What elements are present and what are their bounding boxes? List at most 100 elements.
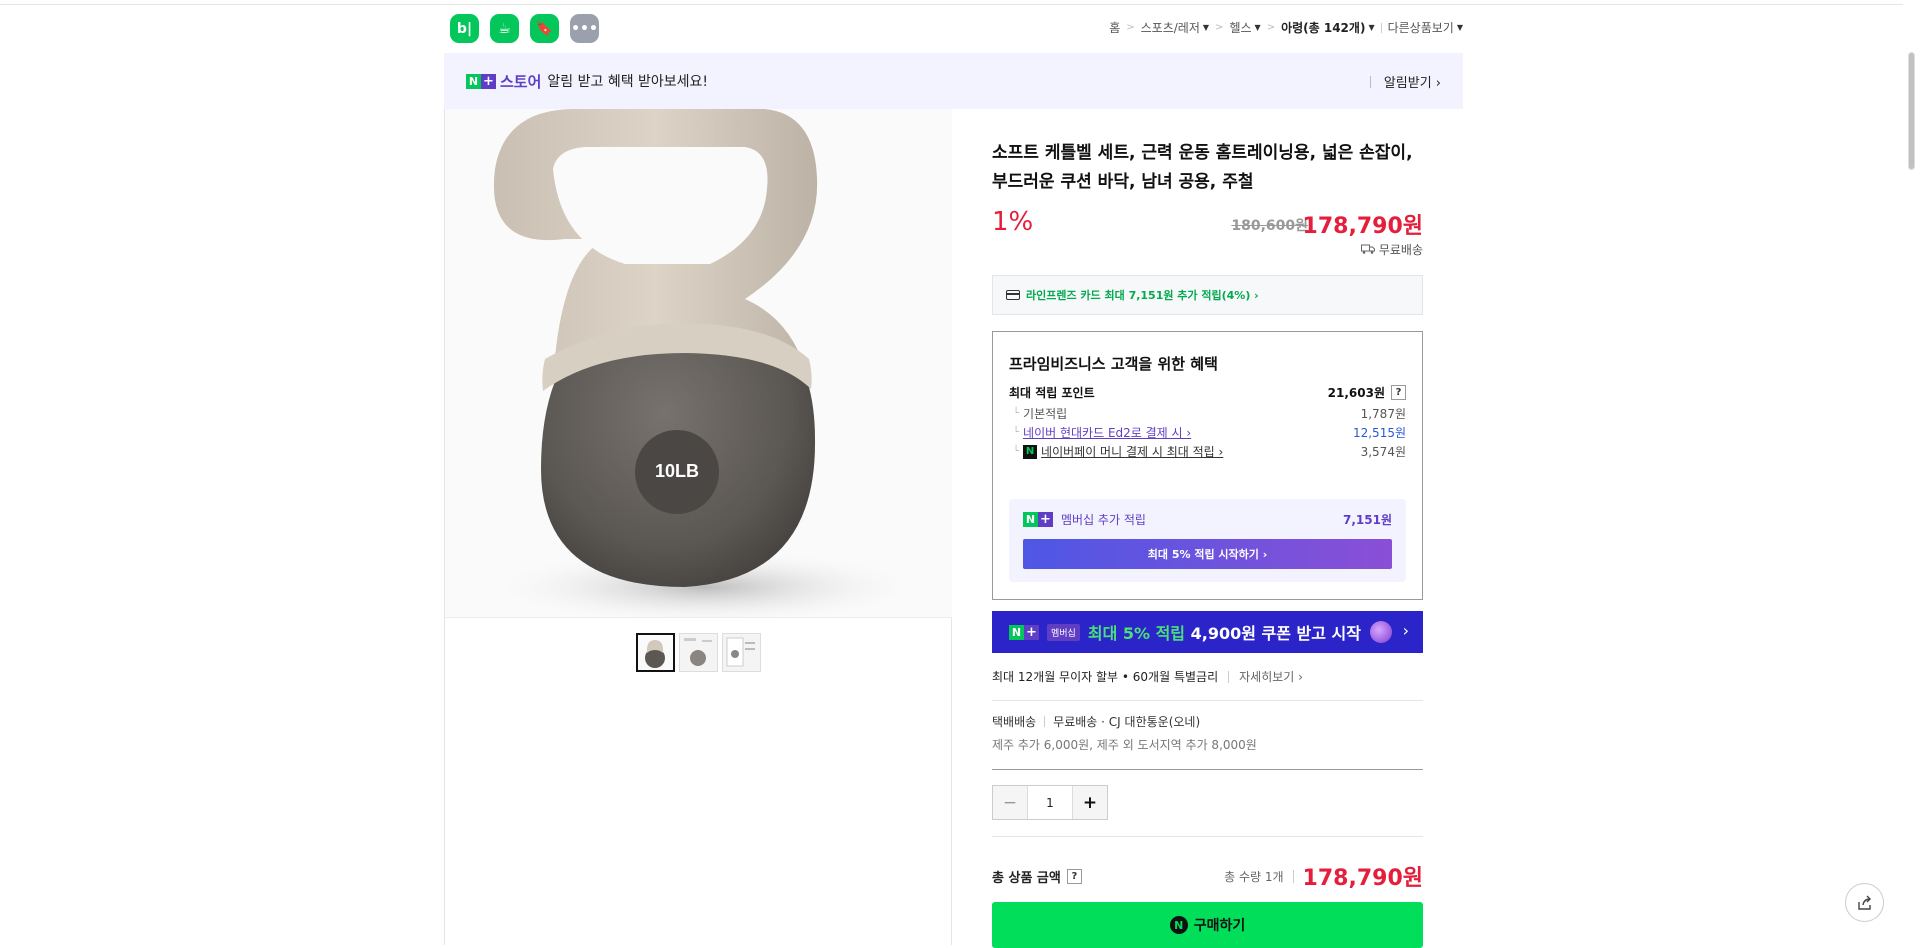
promo-white-text: 4,900원 쿠폰 받고 시작 <box>1190 624 1361 643</box>
divider <box>992 769 1423 770</box>
thumbnail-list <box>636 633 761 672</box>
divider <box>992 700 1423 701</box>
nplus-logo-icon: N + <box>466 73 496 89</box>
quantity-increase-button[interactable]: + <box>1073 786 1107 819</box>
product-title: 소프트 케틀벨 세트, 근력 운동 홈트레이닝용, 넓은 손잡이, 부드러운 쿠… <box>992 143 1413 192</box>
divider <box>1292 869 1294 883</box>
thumbnail-2[interactable] <box>679 633 718 672</box>
breadcrumb-home[interactable]: 홈 <box>1109 19 1120 36</box>
membership-box: N + 멤버십 추가 적립 7,151원 최대 5% 적립 시작하기 › <box>1009 499 1406 582</box>
divider <box>1369 75 1371 88</box>
divider <box>1044 716 1046 727</box>
quantity-stepper: − 1 + <box>992 785 1108 820</box>
business-benefit-box: 프라임비즈니스 고객을 위한 혜택 최대 적립 포인트 21,603원 ? └ 기… <box>992 331 1423 600</box>
caret-down-icon[interactable]: ▼ <box>1203 23 1209 32</box>
n-logo: N <box>466 73 481 89</box>
banner-message: 알림 받고 혜택 받아보세요! <box>547 74 709 90</box>
help-icon[interactable]: ? <box>1066 868 1082 884</box>
page-wrapper: b| ☕ 🔖 ••• 홈 > 스포츠/레저 ▼ > 헬스 ▼ > 아령(총 14… <box>444 0 1463 948</box>
max-points-label: 최대 적립 포인트 <box>1009 386 1095 400</box>
weight-label: 10LB <box>654 461 699 481</box>
delivery-fee: 무료배송 <box>1053 715 1098 729</box>
thumbnail-3[interactable] <box>722 633 761 672</box>
share-button[interactable] <box>1845 883 1884 922</box>
membership-badge: 멤버십 <box>1047 623 1080 641</box>
more-icon[interactable]: ••• <box>570 14 599 43</box>
plus-logo: + <box>1024 624 1039 640</box>
thumbnail-1[interactable] <box>636 633 675 672</box>
chevron-right-icon: › <box>1402 621 1409 640</box>
gift-icon <box>1369 621 1392 643</box>
max-points-row: 최대 적립 포인트 21,603원 ? <box>1009 384 1406 401</box>
other-products-link[interactable]: 다른상품보기 <box>1388 19 1454 36</box>
discount-rate: 1% <box>992 207 1034 237</box>
image-column: 10LB <box>444 109 952 945</box>
membership-label: 멤버십 추가 적립 <box>1061 513 1146 527</box>
installment-more-link[interactable]: 자세히보기 › <box>1239 668 1303 685</box>
sale-price: 178,790원 <box>1302 214 1423 239</box>
kettlebell-image <box>445 109 952 617</box>
hyundai-card-link[interactable]: 네이버 현대카드 Ed2로 결제 시 › <box>1023 424 1191 441</box>
elbow-icon: └ <box>1013 427 1020 438</box>
npay-icon: N <box>1169 916 1188 934</box>
n-logo: N <box>1009 624 1024 640</box>
promo-green-text: 최대 5% 적립 <box>1087 624 1186 643</box>
breadcrumb-cat2[interactable]: 헬스 <box>1229 19 1251 36</box>
membership-promo-banner[interactable]: N + 멤버십 최대 5% 적립 4,900원 쿠폰 받고 시작 › <box>992 611 1423 653</box>
caret-down-icon[interactable]: ▼ <box>1368 23 1374 32</box>
help-icon[interactable]: ? <box>1391 385 1406 400</box>
total-label: 총 상품 금액 <box>992 870 1061 886</box>
caret-down-icon[interactable]: ▼ <box>1457 23 1463 32</box>
benefit-heading: 프라임비즈니스 고객을 위한 혜택 <box>1009 355 1218 373</box>
nplus-logo-icon: N + <box>1023 512 1053 527</box>
alarm-button[interactable]: 알림받기 › <box>1369 72 1441 91</box>
vertical-scrollbar[interactable] <box>1903 0 1920 945</box>
quantity-input[interactable]: 1 <box>1027 786 1073 819</box>
share-icon <box>1857 895 1871 910</box>
card-benefit[interactable]: 라인프렌즈 카드 최대 7,151원 추가 적립(4%) › <box>992 275 1423 315</box>
chevron-right-icon: > <box>1266 22 1276 33</box>
bookmark-icon[interactable]: 🔖 <box>530 14 559 43</box>
points-value: 12,515원 <box>1352 426 1406 440</box>
max-points-value: 21,603원 <box>1327 386 1385 400</box>
installment-info: 최대 12개월 무이자 할부 • 60개월 특별금리 자세히보기 › <box>992 668 1303 685</box>
points-row-card: └ 네이버 현대카드 Ed2로 결제 시 › 12,515원 <box>1009 424 1406 441</box>
alarm-label: 알림받기 › <box>1383 76 1441 91</box>
scrollbar-thumb[interactable] <box>1908 52 1915 170</box>
npay-money-link[interactable]: 네이버페이 머니 결제 시 최대 적립 › <box>1041 443 1223 460</box>
caret-down-icon[interactable]: ▼ <box>1255 23 1261 32</box>
breadcrumb-cat3[interactable]: 아령(총 142개) <box>1281 19 1365 36</box>
divider <box>992 836 1423 837</box>
elbow-icon: └ <box>1013 408 1020 419</box>
divider <box>1228 670 1230 683</box>
product-main-image[interactable]: 10LB <box>445 109 952 618</box>
chevron-right-icon: > <box>1215 22 1224 33</box>
cafe-icon[interactable]: ☕ <box>490 14 519 43</box>
original-price: 180,600원 <box>1231 218 1308 234</box>
installment-text: 최대 12개월 무이자 할부 • 60개월 특별금리 <box>992 670 1219 684</box>
points-value: 3,574원 <box>1360 445 1406 459</box>
npay-icon: N <box>1023 444 1038 459</box>
delivery-type: 택배배송 <box>992 715 1037 729</box>
store-label: 스토어 <box>500 72 542 91</box>
total-price-row: 총 상품 금액 ? 총 수량 1개 178,790원 <box>992 860 1423 892</box>
divider <box>1380 22 1382 33</box>
truck-icon <box>1360 244 1375 254</box>
delivery-carrier: · CJ 대한통운(오네) <box>1101 715 1201 729</box>
elbow-icon: └ <box>1013 446 1020 457</box>
store-alarm-banner: N + 스토어 알림 받고 혜택 받아보세요! 알림받기 › <box>444 53 1463 109</box>
chevron-right-icon: > <box>1126 22 1135 33</box>
total-sum: 178,790원 <box>1302 866 1423 891</box>
breadcrumb: 홈 > 스포츠/레저 ▼ > 헬스 ▼ > 아령(총 142개) ▼ 다른상품보… <box>1109 19 1463 36</box>
delivery-extra: 제주 추가 6,000원, 제주 외 도서지역 추가 8,000원 <box>992 738 1257 752</box>
breadcrumb-cat1[interactable]: 스포츠/레저 <box>1141 19 1200 36</box>
points-label: 기본적립 <box>1023 407 1068 421</box>
blog-icon[interactable]: b| <box>450 14 479 43</box>
total-count: 총 수량 1개 <box>1224 869 1284 884</box>
membership-start-button[interactable]: 최대 5% 적립 시작하기 › <box>1023 539 1392 569</box>
points-value: 1,787원 <box>1360 407 1406 421</box>
credit-card-icon <box>1006 290 1020 300</box>
buy-button[interactable]: N 구매하기 <box>992 902 1423 948</box>
quantity-decrease-button[interactable]: − <box>993 786 1027 819</box>
nplus-logo-icon: N + <box>1009 624 1039 640</box>
